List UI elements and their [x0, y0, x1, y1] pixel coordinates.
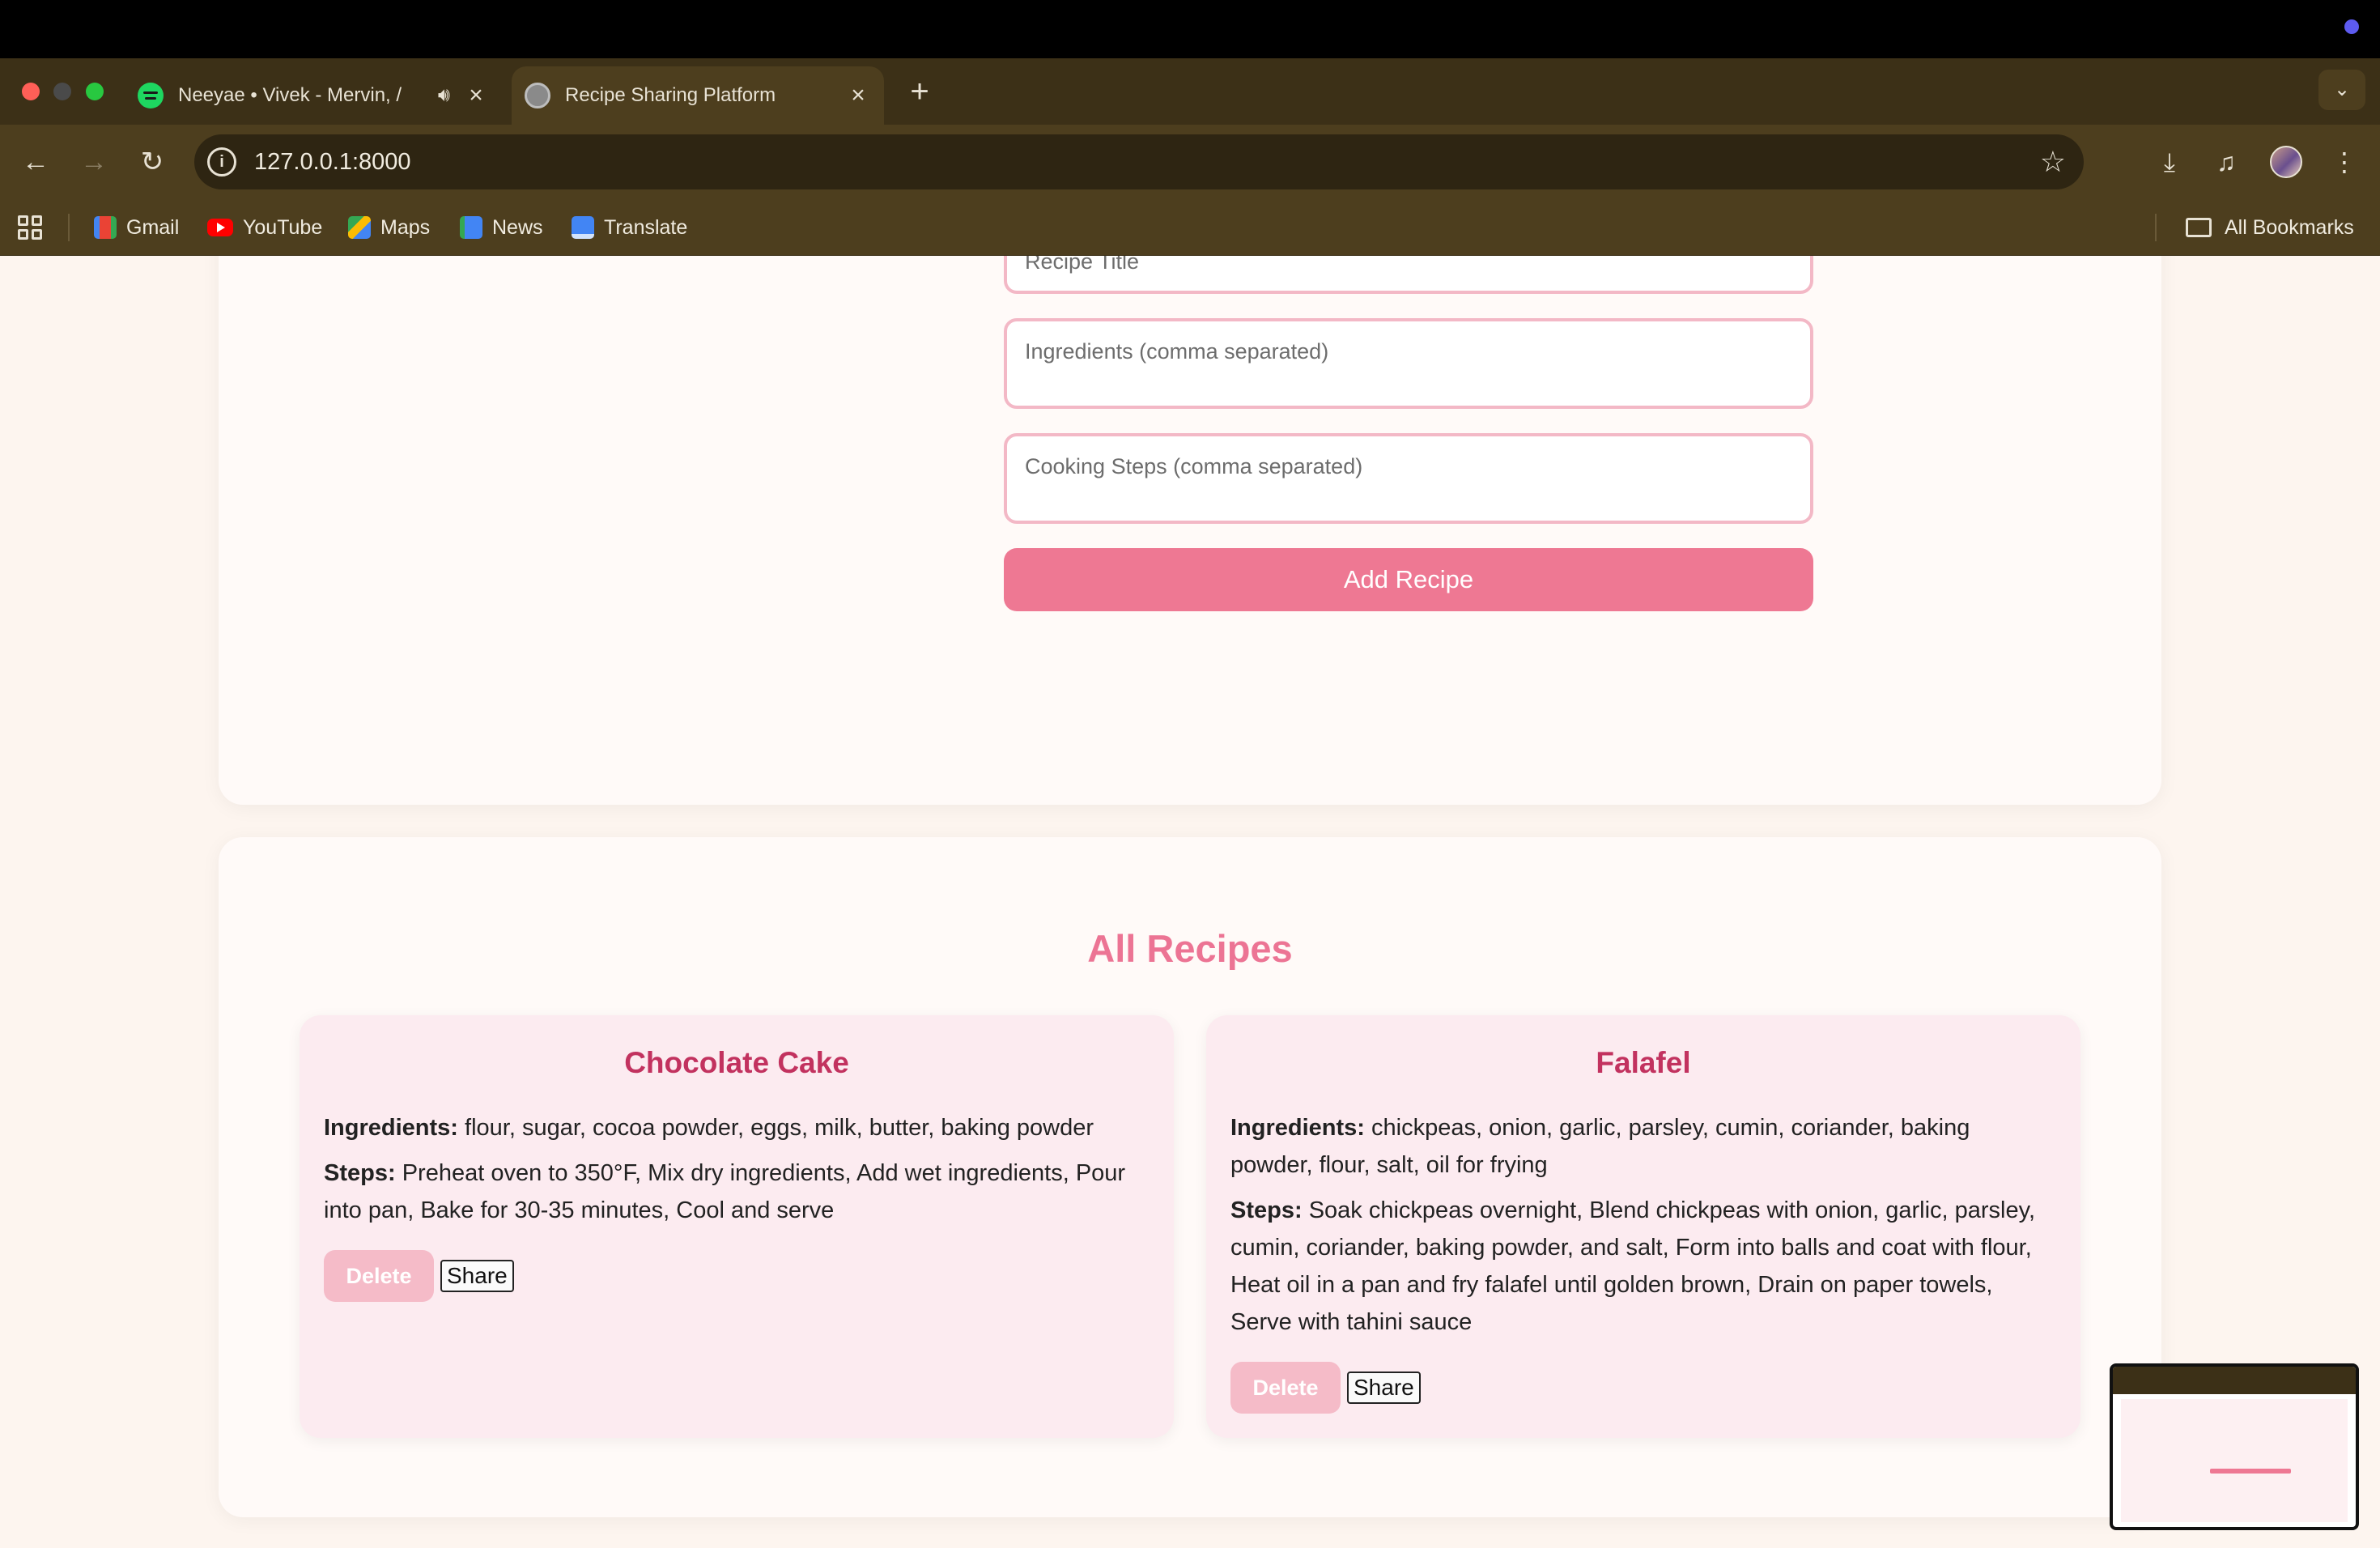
profile-avatar[interactable] — [2270, 146, 2302, 178]
bookmark-label: Translate — [604, 215, 688, 239]
ingredients-textarea[interactable]: Ingredients (comma separated) — [1004, 318, 1813, 409]
screen-recording-indicator-icon — [2344, 19, 2359, 34]
steps-text: Preheat oven to 350°F, Mix dry ingredien… — [324, 1160, 1126, 1223]
ingredients-label: Ingredients: — [1230, 1115, 1365, 1141]
tab-search-chevron-down-icon[interactable]: ⌄ — [2318, 70, 2365, 110]
thumbnail-chrome — [2113, 1367, 2356, 1394]
delete-button[interactable]: Delete — [324, 1250, 434, 1302]
recipes-section: All Recipes Chocolate Cake Ingredients: … — [219, 837, 2161, 1517]
folder-icon — [2186, 218, 2212, 237]
recipe-card: Falafel Ingredients: chickpeas, onion, g… — [1206, 1015, 2080, 1438]
minimize-window-icon[interactable] — [53, 83, 71, 100]
maximize-window-icon[interactable] — [86, 83, 104, 100]
close-tab-icon[interactable]: × — [844, 82, 873, 109]
more-menu-icon[interactable]: ⋮ — [2325, 142, 2364, 181]
add-recipe-button[interactable]: Add Recipe — [1004, 548, 1813, 611]
recipe-ingredients: Ingredients: flour, sugar, cocoa powder,… — [324, 1109, 1150, 1146]
close-window-icon[interactable] — [22, 83, 40, 100]
media-controls-icon[interactable]: ♫ — [2207, 142, 2246, 181]
all-bookmarks-label: All Bookmarks — [2225, 215, 2354, 239]
recipe-actions: Delete Share — [324, 1250, 1150, 1302]
ingredients-text: flour, sugar, cocoa powder, eggs, milk, … — [465, 1115, 1094, 1141]
all-bookmarks-button[interactable]: All Bookmarks — [2186, 199, 2354, 256]
recipe-ingredients: Ingredients: chickpeas, onion, garlic, p… — [1230, 1109, 2056, 1184]
steps-text: Soak chickpeas overnight, Blend chickpea… — [1230, 1197, 2036, 1335]
screenshot-thumbnail[interactable] — [2110, 1363, 2359, 1530]
globe-icon — [525, 83, 550, 108]
close-tab-icon[interactable]: × — [461, 82, 491, 109]
bookmark-label: Maps — [380, 215, 431, 239]
bookmark-translate[interactable]: Translate — [572, 199, 687, 256]
steps-label: Steps: — [1230, 1197, 1303, 1223]
spotify-icon — [138, 83, 164, 108]
forward-arrow-icon[interactable]: → — [74, 142, 113, 181]
site-info-icon[interactable]: i — [207, 147, 236, 176]
bookmark-star-icon[interactable]: ☆ — [2040, 134, 2066, 189]
news-icon — [460, 216, 482, 239]
apps-grid-icon[interactable] — [18, 215, 42, 240]
browser-tab-strip: Neeyae • Vivek - Mervin, / 🔊︎ × Recipe S… — [0, 58, 2380, 125]
share-button[interactable]: Share — [1347, 1372, 1421, 1404]
bookmark-news[interactable]: News — [460, 199, 543, 256]
reload-icon[interactable]: ↻ — [133, 142, 172, 181]
browser-toolbar: ← → ↻ i 127.0.0.1:8000 ☆ ⤓ ♫ ⋮ — [0, 125, 2380, 199]
bookmarks-divider — [2155, 214, 2157, 241]
download-icon[interactable]: ⤓ — [2150, 142, 2189, 181]
audio-playing-icon[interactable]: 🔊︎ — [438, 84, 450, 107]
bookmark-label: Gmail — [126, 215, 180, 239]
recipe-actions: Delete Share — [1230, 1362, 2056, 1414]
tab-title: Neeyae • Vivek - Mervin, / — [178, 84, 402, 106]
translate-icon — [572, 216, 594, 239]
add-recipe-form: Recipe Title Ingredients (comma separate… — [219, 256, 2161, 805]
tab-spotify[interactable]: Neeyae • Vivek - Mervin, / 🔊︎ × — [130, 66, 502, 125]
thumbnail-page — [2121, 1399, 2348, 1522]
bookmarks-bar: Gmail YouTube Maps News Translate All Bo… — [0, 199, 2380, 256]
new-tab-button[interactable]: + — [903, 75, 936, 108]
delete-button[interactable]: Delete — [1230, 1362, 1341, 1414]
bookmark-youtube[interactable]: YouTube — [207, 199, 322, 256]
maps-icon — [348, 216, 371, 239]
recipe-steps: Steps: Preheat oven to 350°F, Mix dry in… — [324, 1155, 1150, 1229]
recipe-title: Chocolate Cake — [624, 1046, 849, 1079]
recipe-title: Falafel — [1596, 1046, 1691, 1079]
bookmark-label: YouTube — [243, 215, 323, 239]
bookmarks-divider — [68, 214, 70, 241]
recipe-card: Chocolate Cake Ingredients: flour, sugar… — [300, 1015, 1174, 1438]
section-heading: All Recipes — [1087, 927, 1293, 970]
url-text[interactable]: 127.0.0.1:8000 — [254, 134, 411, 189]
gmail-icon — [94, 216, 117, 239]
back-arrow-icon[interactable]: ← — [16, 142, 55, 181]
bookmark-label: News — [492, 215, 543, 239]
recipe-steps: Steps: Soak chickpeas overnight, Blend c… — [1230, 1192, 2056, 1341]
bookmark-gmail[interactable]: Gmail — [94, 199, 179, 256]
tab-recipe-sharing[interactable]: Recipe Sharing Platform × — [512, 66, 884, 125]
macos-menu-bar — [0, 0, 2380, 58]
youtube-icon — [207, 219, 233, 236]
thumbnail-button — [2210, 1469, 2291, 1474]
bookmark-maps[interactable]: Maps — [348, 199, 430, 256]
ingredients-label: Ingredients: — [324, 1115, 458, 1141]
tab-title: Recipe Sharing Platform — [565, 84, 776, 106]
recipe-title-input[interactable]: Recipe Title — [1004, 256, 1813, 294]
share-button[interactable]: Share — [440, 1260, 514, 1292]
steps-label: Steps: — [324, 1160, 396, 1186]
page-viewport: Recipe Title Ingredients (comma separate… — [0, 256, 2380, 1548]
address-bar[interactable]: i 127.0.0.1:8000 ☆ — [194, 134, 2084, 189]
cooking-steps-textarea[interactable]: Cooking Steps (comma separated) — [1004, 433, 1813, 524]
